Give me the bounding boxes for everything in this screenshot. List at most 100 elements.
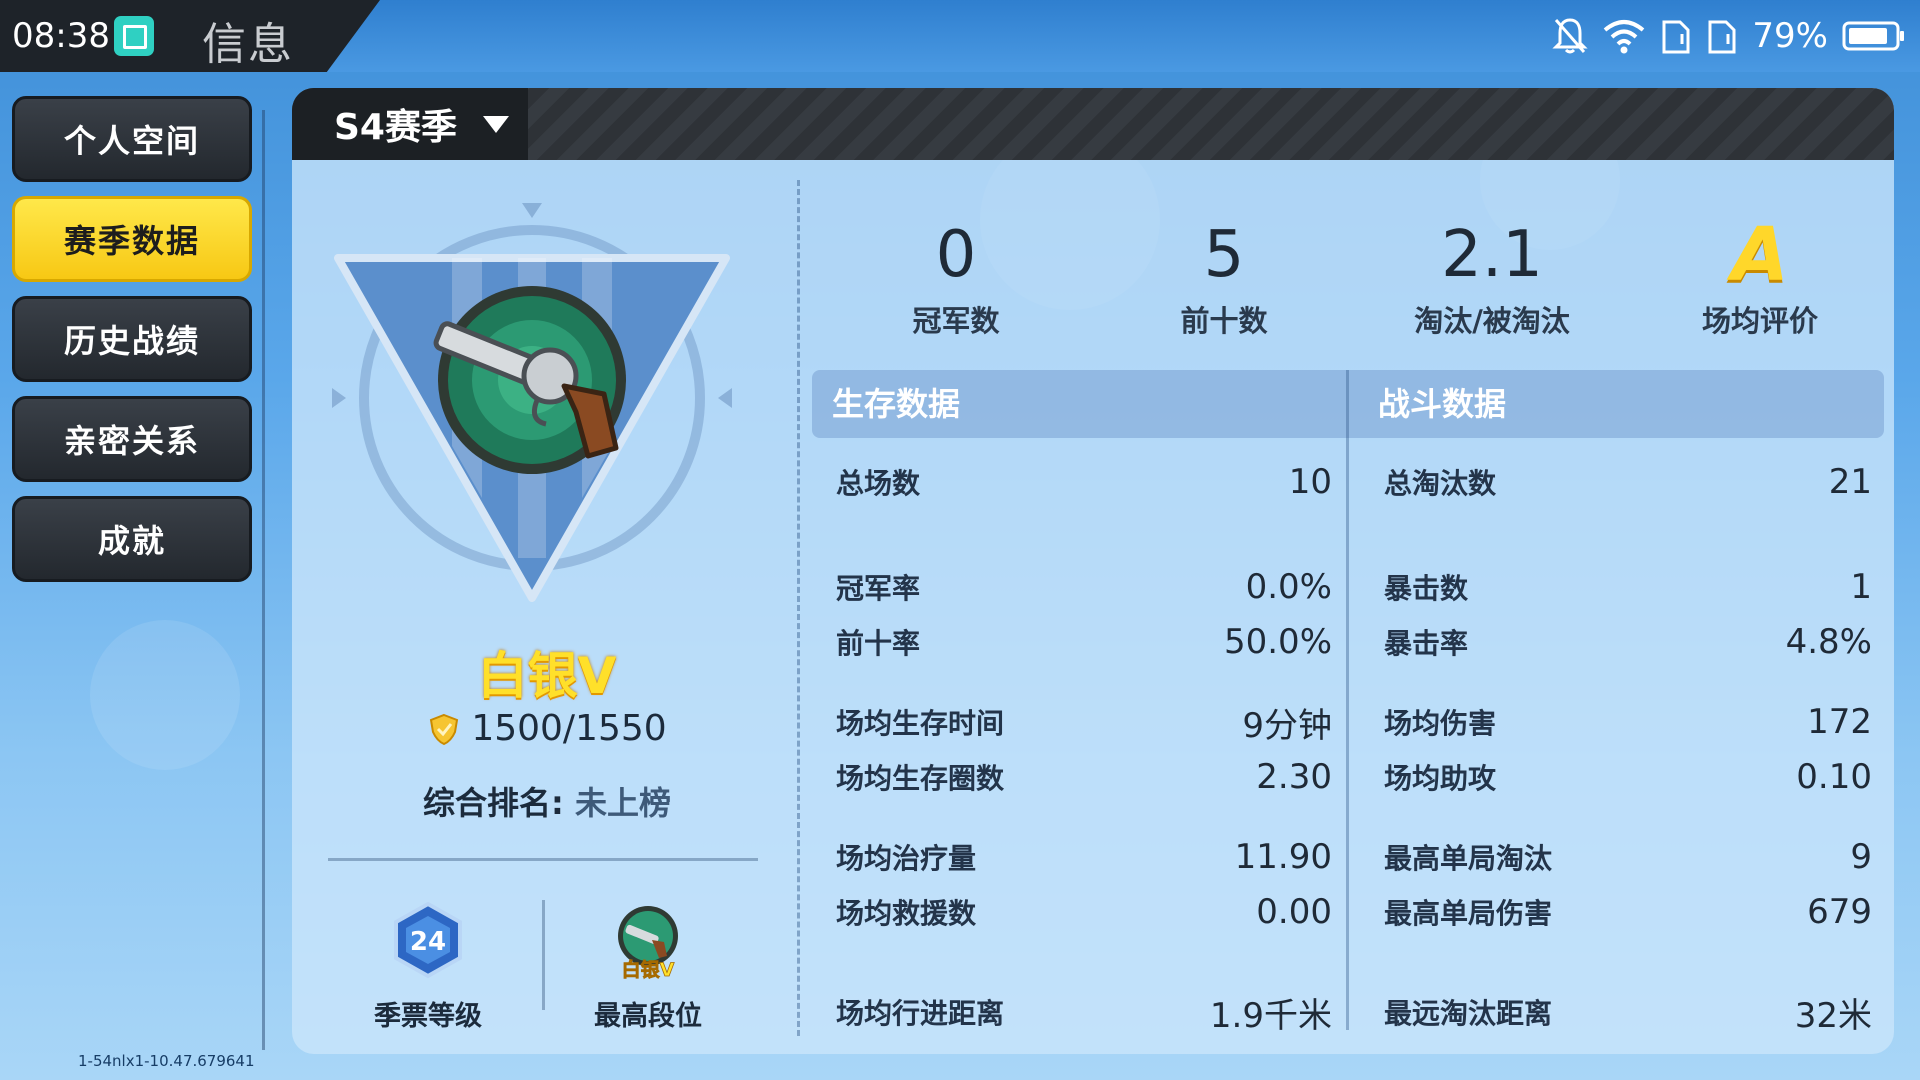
- sidebar-item-relationships[interactable]: 亲密关系: [12, 396, 252, 482]
- combat-row: 最高单局淘汰 9: [1384, 835, 1872, 879]
- sidebar-item-label: 历史战绩: [63, 322, 200, 360]
- pass-level-caption: 季票等级: [374, 1001, 482, 1032]
- summary-wins: 0 冠军数: [822, 214, 1090, 340]
- rank-emblem: [332, 203, 732, 602]
- survival-row: 冠军率 0.0%: [836, 565, 1332, 609]
- survival-row: 场均行进距离 1.9千米: [836, 990, 1332, 1036]
- stat-value: 9: [1850, 837, 1872, 877]
- pass-level-icon: 24: [394, 901, 462, 979]
- sim-card-icon: [1662, 20, 1690, 54]
- battery-percent: 79%: [1752, 16, 1828, 56]
- summary-label: 前十数: [1180, 304, 1268, 338]
- combat-row: 最高单局伤害 679: [1384, 890, 1872, 934]
- panel-header: S4赛季: [292, 88, 1894, 160]
- summary-value: 0: [935, 218, 977, 292]
- stat-value: 0.00: [1256, 892, 1332, 932]
- stat-value: 2.30: [1256, 757, 1332, 797]
- sidebar-item-label: 成就: [97, 522, 166, 560]
- stat-label: 场均助攻: [1384, 762, 1497, 795]
- sidebar-item-personal-space[interactable]: 个人空间: [12, 96, 252, 182]
- rank-points-value: 1500/1550: [471, 708, 667, 749]
- season-stats-panel: S4赛季 白银V 1500/1550 综合排名: 未上榜 24 季票等级 白银V…: [292, 88, 1894, 1054]
- bell-off-icon: [1552, 18, 1589, 54]
- stat-value: 679: [1807, 892, 1872, 932]
- survival-row: 场均治疗量 11.90: [836, 835, 1332, 879]
- stat-label: 最高单局淘汰: [1384, 842, 1553, 875]
- summary-label: 场均评价: [1701, 304, 1818, 338]
- overall-ranking-label: 综合排名:: [423, 784, 564, 822]
- highest-rank-icon: 白银V: [618, 906, 678, 981]
- sidebar-item-match-history[interactable]: 历史战绩: [12, 296, 252, 382]
- sidebar-item-achievements[interactable]: 成就: [12, 496, 252, 582]
- pass-level-badge[interactable]: 24 季票等级: [348, 900, 508, 1033]
- stat-label: 场均行进距离: [836, 997, 1005, 1030]
- rating-grade: A: [1731, 212, 1789, 298]
- stat-label: 场均治疗量: [836, 842, 977, 875]
- summary-top10: 5 前十数: [1090, 214, 1358, 340]
- battery-icon: [1842, 21, 1904, 51]
- combat-row: 场均伤害 172: [1384, 700, 1872, 744]
- sidebar-item-season-data[interactable]: 赛季数据: [12, 196, 252, 282]
- sidebar-item-label: 个人空间: [63, 122, 200, 160]
- overall-ranking: 综合排名: 未上榜: [292, 778, 802, 824]
- season-dropdown[interactable]: S4赛季: [292, 88, 528, 160]
- stat-value: 0.10: [1796, 757, 1872, 797]
- survival-row: 场均救援数 0.00: [836, 890, 1332, 934]
- panel-divider: [797, 180, 800, 1036]
- status-bar: 08:38 信息 79%: [0, 0, 1920, 72]
- survival-row: 场均生存时间 9分钟: [836, 700, 1332, 746]
- sidebar-nav: 个人空间 赛季数据 历史战绩 亲密关系 成就: [12, 96, 252, 596]
- stat-value: 172: [1807, 702, 1872, 742]
- combat-row: 最远淘汰距离 32米: [1384, 990, 1872, 1036]
- stat-value: 0.0%: [1245, 567, 1332, 607]
- stat-label: 最远淘汰距离: [1384, 997, 1553, 1030]
- summary-value: 2.1: [1441, 218, 1543, 292]
- stat-value: 1.9千米: [1209, 995, 1332, 1036]
- pass-level-value: 24: [410, 927, 446, 957]
- stats-column-divider: [1346, 370, 1349, 1030]
- summary-value: 5: [1203, 218, 1245, 292]
- summary-rating: A 场均评价: [1626, 214, 1894, 340]
- stat-value: 10: [1288, 462, 1332, 502]
- system-icons: 79%: [1552, 12, 1906, 60]
- stat-label: 总场数: [836, 467, 921, 500]
- combat-row: 总淘汰数 21: [1384, 460, 1872, 504]
- stat-value: 50.0%: [1223, 622, 1332, 662]
- stat-label: 暴击数: [1384, 572, 1469, 605]
- survival-title: 生存数据: [832, 385, 961, 423]
- survival-row: 场均生存圈数 2.30: [836, 755, 1332, 799]
- stat-value: 32米: [1794, 995, 1872, 1036]
- caret-down-icon: [482, 115, 509, 133]
- stat-label: 场均生存圈数: [836, 762, 1005, 795]
- sidebar-item-label: 亲密关系: [63, 422, 200, 460]
- stat-label: 场均救援数: [836, 897, 977, 930]
- season-summary: 0 冠军数 5 前十数 2.1 淘汰/被淘汰 A 场均评价: [822, 214, 1894, 340]
- sim-card-icon: [1708, 20, 1736, 54]
- stat-label: 最高单局伤害: [1384, 897, 1553, 930]
- combat-row: 暴击数 1: [1384, 565, 1872, 609]
- summary-label: 冠军数: [912, 304, 1000, 338]
- stat-label: 前十率: [836, 627, 921, 660]
- stat-label: 暴击率: [1384, 627, 1469, 660]
- season-label: S4赛季: [334, 107, 457, 148]
- highest-rank-caption: 最高段位: [594, 1001, 702, 1032]
- stat-value: 4.8%: [1785, 622, 1872, 662]
- stat-label: 场均生存时间: [836, 707, 1005, 740]
- shield-icon: [430, 713, 459, 745]
- combat-row: 暴击率 4.8%: [1384, 620, 1872, 664]
- stat-value: 9分钟: [1242, 705, 1332, 746]
- rank-divider: [328, 858, 758, 861]
- overall-ranking-value: 未上榜: [574, 784, 671, 822]
- build-id: 1-54nlx1-10.47.679641: [78, 1052, 255, 1070]
- stat-label: 总淘汰数: [1384, 467, 1497, 500]
- clock: 08:38: [12, 16, 110, 56]
- summary-label: 淘汰/被淘汰: [1414, 304, 1570, 338]
- stat-label: 冠军率: [836, 572, 921, 605]
- highest-rank-value: 白银V: [622, 958, 675, 980]
- stat-value: 21: [1828, 462, 1872, 502]
- rank-points: 1500/1550: [292, 708, 802, 749]
- sidebar-divider: [262, 110, 265, 1050]
- background-decoration: [90, 620, 240, 770]
- highest-rank-badge[interactable]: 白银V 最高段位: [568, 900, 728, 1033]
- screen-capture-icon[interactable]: [114, 16, 154, 56]
